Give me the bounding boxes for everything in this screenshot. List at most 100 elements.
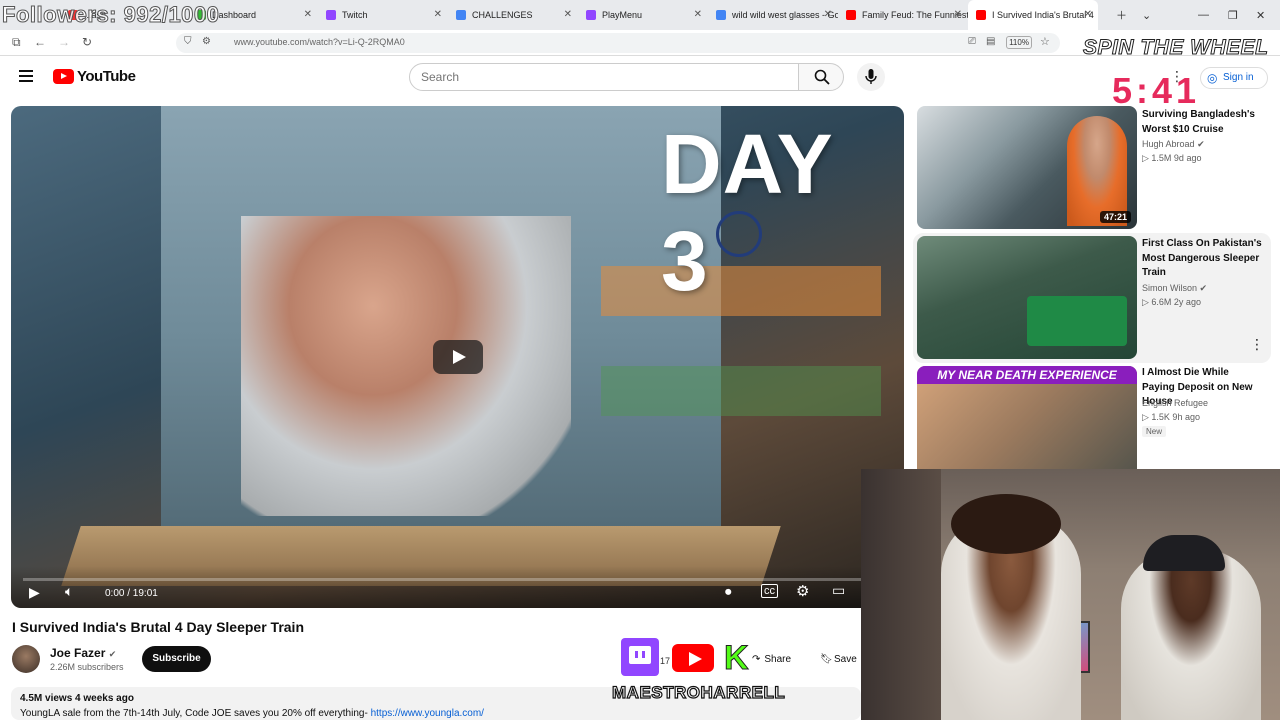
webcam-overlay bbox=[861, 469, 1280, 720]
autoplay-toggle-icon[interactable]: ⏺ bbox=[725, 584, 732, 600]
close-tab-icon[interactable]: ✕ bbox=[824, 9, 832, 20]
browser-tab-3[interactable]: Twitch ✕ bbox=[318, 0, 448, 30]
thumbnail-banner-text: MY NEAR DEATH EXPERIENCE bbox=[917, 366, 1137, 384]
channel-name[interactable]: Joe Fazer ✔ bbox=[50, 646, 116, 660]
sidebar-channel-name[interactable]: Hugh Abroad ✔ bbox=[1142, 139, 1205, 150]
youtube-logo-text[interactable]: YouTube bbox=[77, 68, 136, 85]
theater-mode-icon[interactable]: ▭ bbox=[832, 582, 845, 599]
google-favicon-icon bbox=[456, 10, 466, 20]
bookmark-icon: 🔖︎ bbox=[820, 654, 833, 665]
more-actions-icon[interactable]: ⋮ bbox=[1250, 336, 1264, 353]
account-icon: ◎ bbox=[1207, 71, 1218, 85]
time-display: 0:00 / 19:01 bbox=[105, 588, 158, 599]
sidebar-channel-name[interactable]: Simon Wilson ✔ bbox=[1142, 283, 1207, 294]
large-play-button[interactable] bbox=[433, 340, 483, 374]
followers-goal-overlay: Followers: 992/1000 bbox=[1, 2, 220, 28]
channel-avatar[interactable] bbox=[12, 645, 40, 673]
browser-tab-4[interactable]: CHALLENGES ✕ bbox=[448, 0, 578, 30]
play-count-icon: ▷ bbox=[1142, 153, 1152, 163]
browser-tab-5[interactable]: PlayMenu ✕ bbox=[578, 0, 708, 30]
captions-icon[interactable]: cc bbox=[761, 584, 778, 598]
settings-gear-icon[interactable]: ⚙ bbox=[796, 582, 809, 600]
google-favicon-icon bbox=[716, 10, 726, 20]
reload-icon[interactable]: ↻ bbox=[82, 35, 92, 49]
subscriber-count: 2.26M subscribers bbox=[50, 662, 124, 672]
thumbnail-seat bbox=[1027, 296, 1127, 346]
site-settings-icon[interactable]: ⚙ bbox=[202, 36, 211, 47]
subscribe-button[interactable]: Subscribe bbox=[142, 646, 211, 672]
twitch-logo-icon bbox=[621, 638, 659, 676]
browser-tab-active[interactable]: I Survived India's Brutal 4 ✕ bbox=[968, 0, 1098, 30]
thumbnail-flag-green bbox=[601, 366, 881, 416]
zoom-level[interactable]: 110% bbox=[1006, 36, 1032, 49]
video-title: I Survived India's Brutal 4 Day Sleeper … bbox=[12, 619, 304, 635]
close-tab-icon[interactable]: ✕ bbox=[1084, 9, 1092, 20]
url-field[interactable]: ⛉ ⚙ www.youtube.com/watch?v=Li-Q-2RQMA0 … bbox=[176, 33, 1060, 53]
sign-in-button[interactable]: ◎ Sign in bbox=[1200, 67, 1268, 89]
progress-bar[interactable] bbox=[23, 578, 893, 581]
search-input[interactable] bbox=[421, 70, 781, 84]
spin-wheel-overlay: SPIN THE WHEEL bbox=[1083, 36, 1269, 60]
youtube-logo-icon[interactable] bbox=[53, 69, 74, 84]
description-text: YoungLA sale from the 7th-14th July, Cod… bbox=[20, 708, 484, 719]
voice-search-button[interactable] bbox=[857, 63, 885, 91]
close-tab-icon[interactable]: ✕ bbox=[954, 9, 962, 20]
browser-tab-6[interactable]: wild wild west glasses - Go ✕ bbox=[708, 0, 838, 30]
save-button[interactable]: 🔖︎ Save bbox=[816, 648, 866, 672]
views-and-age: 4.5M views 4 weeks ago bbox=[20, 693, 134, 704]
streamer-name-overlay: MAESTROHARRELL bbox=[611, 682, 786, 702]
back-arrow-icon[interactable]: ← bbox=[34, 35, 46, 49]
tab-list-icon[interactable]: ⌄ bbox=[1142, 0, 1151, 30]
webcam-person-right-cap bbox=[1143, 535, 1225, 571]
share-arrow-icon: ↷ bbox=[752, 654, 761, 665]
close-tab-icon[interactable]: ✕ bbox=[564, 9, 572, 20]
youtube-favicon-icon bbox=[976, 10, 986, 20]
thumbnail-person bbox=[241, 216, 571, 516]
verified-check-icon: ✔ bbox=[1197, 139, 1205, 149]
video-duration: 47:21 bbox=[1100, 211, 1132, 223]
play-count-icon: ▷ bbox=[1142, 412, 1152, 422]
minimize-icon[interactable]: — bbox=[1198, 0, 1209, 30]
close-tab-icon[interactable]: ✕ bbox=[434, 9, 442, 20]
screenshot-icon[interactable]: ⎚ bbox=[968, 36, 976, 47]
volume-icon[interactable]: 🔈︎ bbox=[65, 583, 73, 600]
sidebar-thumbnail[interactable]: MY NEAR DEATH EXPERIENCE bbox=[917, 366, 1137, 469]
sidebar-video-title[interactable]: First Class On Pakistan's Most Dangerous… bbox=[1142, 237, 1262, 281]
webcam-person-left-hair bbox=[951, 494, 1061, 554]
like-count[interactable]: 17 bbox=[660, 656, 670, 666]
sidebar-video-meta: ▷ 6.6M 2y ago bbox=[1142, 297, 1201, 307]
share-button[interactable]: ↷ Share bbox=[752, 648, 802, 672]
kick-logo-icon: K bbox=[724, 639, 750, 677]
new-tab-icon[interactable]: ＋ bbox=[1116, 0, 1127, 30]
menu-icon[interactable] bbox=[19, 70, 33, 82]
close-window-icon[interactable]: ✕ bbox=[1256, 0, 1265, 30]
search-button[interactable] bbox=[798, 63, 844, 91]
tab-actions-icon[interactable]: ⧉ bbox=[12, 35, 21, 50]
new-badge: New bbox=[1142, 426, 1167, 437]
shield-icon[interactable]: ⛉ bbox=[184, 36, 192, 47]
close-tab-icon[interactable]: ✕ bbox=[694, 9, 702, 20]
sidebar-thumbnail[interactable] bbox=[917, 236, 1137, 359]
microphone-icon bbox=[865, 69, 877, 84]
twitch-favicon-icon bbox=[326, 10, 336, 20]
bookmark-star-icon[interactable]: ☆ bbox=[1040, 35, 1050, 48]
description-link[interactable]: https://www.youngla.com/ bbox=[371, 708, 484, 719]
thumbnail-person bbox=[1067, 116, 1127, 226]
restore-icon[interactable]: ❐ bbox=[1228, 0, 1238, 30]
youtube-favicon-icon bbox=[846, 10, 856, 20]
close-tab-icon[interactable]: ✕ bbox=[304, 9, 312, 20]
sidebar-video-meta: ▷ 1.5K 9h ago bbox=[1142, 412, 1200, 422]
video-player[interactable]: DAY 3 ▶ 🔈︎ 0:00 / 19:01 ⏺ cc ⚙ ▭ bbox=[11, 106, 904, 608]
play-icon[interactable]: ▶ bbox=[29, 584, 40, 601]
verified-check-icon: ✔ bbox=[1199, 283, 1208, 293]
webcam-person-right bbox=[1121, 549, 1261, 720]
tab-favicon-icon bbox=[586, 10, 596, 20]
forward-arrow-icon[interactable]: → bbox=[58, 35, 70, 49]
player-controls: ▶ 🔈︎ 0:00 / 19:01 ⏺ cc ⚙ ▭ bbox=[11, 566, 904, 608]
webcam-door bbox=[861, 469, 941, 720]
browser-tab-7[interactable]: Family Feud: The Funniest ✕ bbox=[838, 0, 968, 30]
search-box[interactable] bbox=[409, 63, 799, 91]
reader-mode-icon[interactable]: ▤ bbox=[986, 36, 995, 47]
sidebar-channel-name[interactable]: English Refugee bbox=[1142, 398, 1208, 408]
sidebar-video-title[interactable]: Surviving Bangladesh's Worst $10 Cruise bbox=[1142, 108, 1262, 137]
